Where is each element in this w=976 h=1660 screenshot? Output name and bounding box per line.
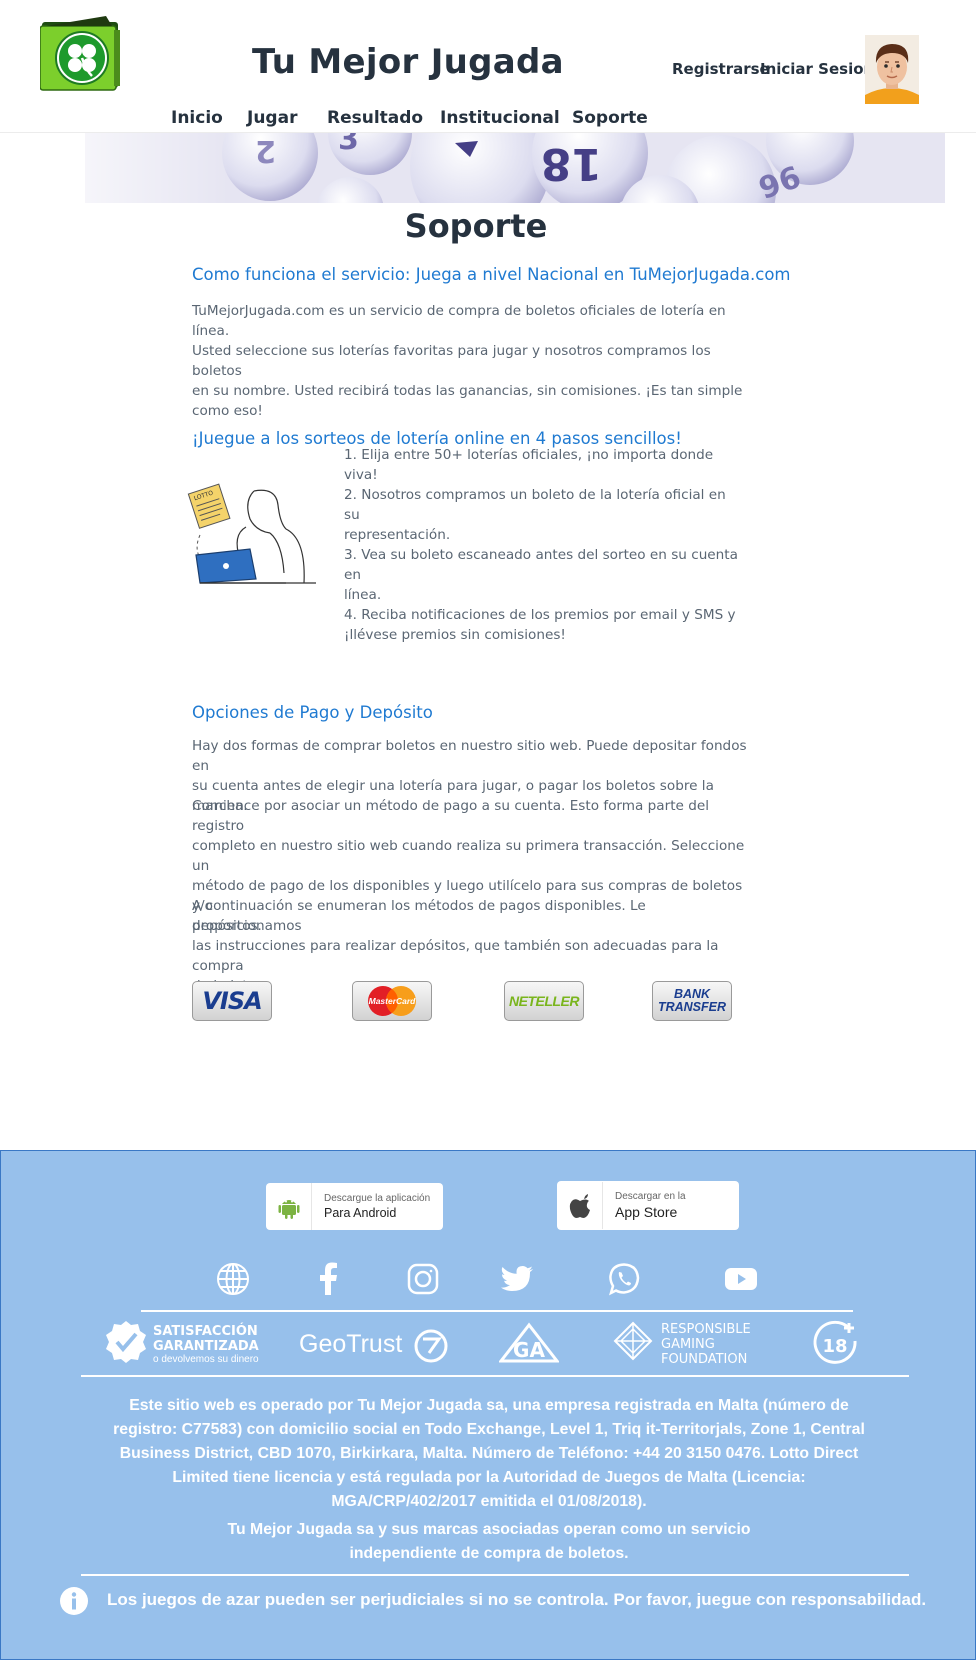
satisfaction-guaranteed-badge: SATISFACCIÓN GARANTIZADA o devolvemos su… xyxy=(105,1319,265,1367)
neteller-payment-badge[interactable]: NETELLER xyxy=(504,981,584,1021)
bank-transfer-payment-badge[interactable]: BANK TRANSFER xyxy=(652,981,732,1021)
site-footer: Descargue la aplicación Para Android Des… xyxy=(0,1150,976,1660)
step-item: 1. Elija entre 50+ loterías oficiales, ¡… xyxy=(344,445,744,485)
paragraph-line: TuMejorJugada.com es un servicio de comp… xyxy=(192,303,726,339)
paragraph-line: como eso! xyxy=(192,403,263,419)
legal-line: Limited tiene licencia y está regulada p… xyxy=(172,1469,806,1486)
step-line: línea. xyxy=(344,587,382,603)
android-download-button[interactable]: Descargue la aplicación Para Android xyxy=(266,1183,443,1230)
step-line: 4. Reciba notificaciones de los premios … xyxy=(344,607,736,623)
step-item: 4. Reciba notificaciones de los premios … xyxy=(344,605,744,645)
warning-text: Los juegos de azar pueden ser perjudicia… xyxy=(107,1590,927,1609)
visa-logo-text: VISA xyxy=(202,987,262,1015)
paragraph-line: A continuación se enumeran los métodos d… xyxy=(192,898,646,934)
whatsapp-icon[interactable] xyxy=(604,1259,644,1299)
banner-ball-number: 3 xyxy=(338,133,359,157)
nav-item-soporte[interactable]: Soporte xyxy=(572,108,648,128)
android-store-name: Para Android xyxy=(324,1206,397,1220)
step-item: 2. Nosotros compramos un boleto de la lo… xyxy=(344,485,744,545)
page-title: Soporte xyxy=(404,207,548,245)
nav-item-resultado[interactable]: Resultado xyxy=(327,108,423,128)
paragraph-line: Hay dos formas de comprar boletos en nue… xyxy=(192,738,747,774)
nav-item-jugar[interactable]: Jugar xyxy=(247,108,297,128)
twitter-icon[interactable] xyxy=(498,1259,538,1299)
geotrust-text: GeoTrust xyxy=(299,1330,402,1358)
main-nav: Inicio Jugar Resultado Institucional Sop… xyxy=(0,108,976,132)
rgf-line: GAMING xyxy=(661,1337,715,1352)
legal-line: Este sitio web es operado por Tu Mejor J… xyxy=(129,1397,849,1414)
geotrust-badge: GeoTrust xyxy=(299,1319,449,1367)
mastercard-logo-text: MasterCard xyxy=(369,996,417,1006)
section-heading-payment-options: Opciones de Pago y Depósito xyxy=(192,703,433,722)
instagram-icon[interactable] xyxy=(403,1259,443,1299)
neteller-logo-text: NETELLER xyxy=(509,993,579,1009)
satisfaction-line: SATISFACCIÓN xyxy=(153,1323,258,1339)
person-laptop-illustration: LOTTO xyxy=(186,483,326,593)
banner-ball-number: 18 xyxy=(541,138,602,189)
app-store-name: App Store xyxy=(615,1204,678,1220)
visa-payment-badge[interactable]: VISA xyxy=(192,981,272,1021)
nav-item-institucional[interactable]: Institucional xyxy=(440,108,560,128)
footer-divider xyxy=(81,1375,909,1377)
nav-item-inicio[interactable]: Inicio xyxy=(171,108,223,128)
paragraph-line: las instrucciones para realizar depósito… xyxy=(192,938,719,974)
legal-notice: Este sitio web es operado por Tu Mejor J… xyxy=(81,1394,897,1514)
logo-wallet-clover-icon[interactable] xyxy=(39,14,122,91)
mastercard-payment-badge[interactable]: MasterCard xyxy=(352,981,432,1021)
login-link[interactable]: Iniciar Sesion xyxy=(760,60,874,78)
independent-service-notice: Tu Mejor Jugada sa y sus marcas asociada… xyxy=(81,1518,897,1566)
gambling-authority-badge: GA xyxy=(497,1319,561,1367)
mastercard-logo-icon: MasterCard xyxy=(368,986,417,1016)
site-title[interactable]: Tu Mejor Jugada xyxy=(252,42,564,82)
site-header: Tu Mejor Jugada Registrarse Iniciar Sesi… xyxy=(0,0,976,133)
rgf-line: RESPONSIBLE xyxy=(661,1322,751,1337)
legal-line: MGA/CRP/402/2017 emitida el 01/08/2018). xyxy=(331,1493,647,1510)
independent-line: Tu Mejor Jugada sa y sus marcas asociada… xyxy=(227,1521,751,1538)
legal-line: registro: C77583) con domicilio social e… xyxy=(113,1421,865,1438)
paragraph-line: completo en nuestro sitio web cuando rea… xyxy=(192,838,745,874)
banner-ball-number: 2 xyxy=(255,133,276,168)
youtube-icon[interactable] xyxy=(721,1259,761,1299)
step-line: 1. Elija entre 50+ loterías oficiales, ¡… xyxy=(344,447,714,483)
android-store-caption: Descargue la aplicación xyxy=(324,1193,431,1204)
footer-divider xyxy=(81,1574,909,1576)
satisfaction-line: o devolvemos su dinero xyxy=(153,1354,259,1365)
step-line: 3. Vea su boleto escaneado antes del sor… xyxy=(344,547,738,583)
footer-divider xyxy=(141,1310,853,1312)
legal-line: Business District, CBD 1070, Birkirkara,… xyxy=(119,1445,859,1462)
register-link[interactable]: Registrarse xyxy=(672,60,770,78)
lottery-balls-banner: 18 3 96 2 xyxy=(0,133,976,203)
age-18-plus-badge: 18 xyxy=(813,1319,861,1367)
android-icon xyxy=(266,1183,312,1230)
paragraph-line: en su nombre. Usted recibirá todas las g… xyxy=(192,383,743,399)
step-line: 2. Nosotros compramos un boleto de la lo… xyxy=(344,487,726,523)
info-icon xyxy=(59,1586,89,1616)
app-store-download-button[interactable]: Descargar en la App Store xyxy=(557,1181,739,1230)
satisfaction-line: GARANTIZADA xyxy=(153,1339,259,1354)
independent-line: independiente de compra de boletos. xyxy=(349,1545,629,1562)
apple-icon xyxy=(557,1182,603,1229)
bank-line: TRANSFER xyxy=(657,1000,727,1014)
paragraph-line: Comience por asociar un método de pago a… xyxy=(192,798,710,834)
rgf-line: FOUNDATION xyxy=(661,1352,747,1367)
step-item: 3. Vea su boleto escaneado antes del sor… xyxy=(344,545,744,605)
user-avatar-icon[interactable] xyxy=(865,35,919,104)
how-it-works-paragraph: TuMejorJugada.com es un servicio de comp… xyxy=(192,301,752,421)
responsible-gaming-foundation-badge: RESPONSIBLE GAMING FOUNDATION xyxy=(613,1319,763,1367)
step-line: representación. xyxy=(344,527,451,543)
age-text: 18 xyxy=(822,1336,847,1357)
section-heading-how-it-works: Como funciona el servicio: Juega a nivel… xyxy=(192,265,791,284)
app-store-caption: Descargar en la xyxy=(615,1191,686,1202)
step-line: ¡llévese premios sin comisiones! xyxy=(344,627,566,643)
facebook-icon[interactable] xyxy=(309,1259,349,1299)
bank-transfer-logo-text: BANK TRANSFER xyxy=(658,988,726,1014)
ga-text: GA xyxy=(513,1338,545,1362)
paragraph-line: Usted seleccione sus loterías favoritas … xyxy=(192,343,711,379)
globe-icon[interactable] xyxy=(213,1259,253,1299)
